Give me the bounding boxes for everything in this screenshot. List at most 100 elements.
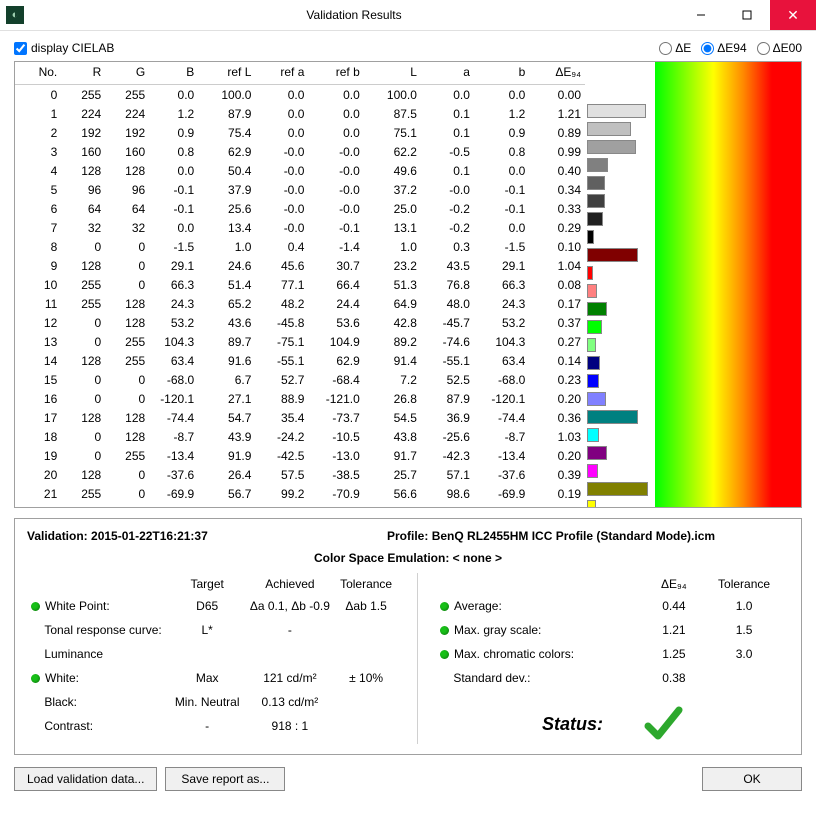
table-row[interactable]: 31601600.862.9-0.0-0.062.2-0.50.80.99	[15, 142, 585, 161]
window-title: Validation Results	[30, 8, 678, 22]
table-row[interactable]: 12012853.243.6-45.853.642.8-45.753.20.37	[15, 313, 585, 332]
col-header: a	[421, 62, 474, 85]
status-dot-icon	[440, 650, 449, 659]
bar-column	[585, 62, 655, 507]
status-label: Status:	[542, 714, 603, 735]
profile-value: BenQ RL2455HM ICC Profile (Standard Mode…	[432, 529, 715, 543]
summary-row: Black:Min. Neutral0.13 cd/m²	[27, 690, 397, 714]
table-row[interactable]: 1500-68.06.752.7-68.47.252.5-68.00.23	[15, 370, 585, 389]
summary-row: Tonal response curve:L*-	[27, 618, 397, 642]
summary-panel: Validation: 2015-01-22T16:21:37 Profile:…	[14, 518, 802, 755]
maximize-button[interactable]	[724, 0, 770, 30]
color-bar	[587, 248, 638, 262]
color-bar	[587, 104, 646, 118]
status-dot-icon	[31, 674, 40, 683]
radio-de00[interactable]: ΔE00	[757, 41, 802, 55]
col-header: b	[474, 62, 529, 85]
results-table: No.RGBref Lref aref bLabΔE₉₄ 02552550.01…	[15, 62, 585, 507]
summary-row: Luminance	[27, 642, 397, 666]
col-header: ref a	[255, 62, 308, 85]
profile-label: Profile:	[387, 529, 428, 543]
ok-button[interactable]: OK	[702, 767, 802, 791]
cse-value: < none >	[453, 551, 502, 565]
validation-label: Validation:	[27, 529, 88, 543]
color-bar	[587, 266, 593, 280]
col-header: G	[105, 62, 149, 85]
color-bar	[587, 158, 608, 172]
color-bar	[587, 338, 596, 352]
cse-label: Color Space Emulation:	[314, 551, 449, 565]
status-checkmark-icon	[643, 704, 683, 744]
color-bar	[587, 212, 603, 226]
minimize-button[interactable]	[678, 0, 724, 30]
table-row[interactable]: 02552550.0100.00.00.0100.00.00.00.00	[15, 85, 585, 105]
table-row[interactable]: 12242241.287.90.00.087.50.11.21.21	[15, 104, 585, 123]
col-header: ref L	[198, 62, 255, 85]
save-report-button[interactable]: Save report as...	[165, 767, 285, 791]
results-table-area: No.RGBref Lref aref bLabΔE₉₄ 02552550.01…	[14, 61, 802, 508]
status-dot-icon	[440, 602, 449, 611]
table-row[interactable]: 17128128-74.454.735.4-73.754.536.9-74.40…	[15, 408, 585, 427]
table-row[interactable]: 732320.013.4-0.0-0.113.1-0.20.00.29	[15, 218, 585, 237]
summary-row: Max. gray scale:1.211.5	[436, 618, 789, 642]
color-bar	[587, 428, 599, 442]
summary-row: White Point:D65Δa 0.1, Δb -0.9Δab 1.5	[27, 594, 397, 618]
table-row[interactable]: 212550-69.956.799.2-70.956.698.6-69.90.1…	[15, 484, 585, 503]
color-bar	[587, 464, 598, 478]
app-icon: ◐	[6, 6, 24, 24]
gradient-column	[655, 62, 801, 507]
color-bar	[587, 482, 648, 496]
table-row[interactable]: 59696-0.137.9-0.0-0.037.2-0.0-0.10.34	[15, 180, 585, 199]
table-row[interactable]: 1412825563.491.6-55.162.991.4-55.163.40.…	[15, 351, 585, 370]
col-header: B	[149, 62, 198, 85]
summary-row: Contrast:-918 : 1	[27, 714, 397, 738]
table-row[interactable]: 180128-8.743.9-24.2-10.543.8-25.6-8.71.0…	[15, 427, 585, 446]
summary-left-table: TargetAchievedTolerance White Point:D65Δ…	[27, 573, 397, 738]
color-bar	[587, 194, 605, 208]
color-bar	[587, 320, 602, 334]
table-row[interactable]: 1125512824.365.248.224.464.948.024.30.17	[15, 294, 585, 313]
color-bar	[587, 356, 600, 370]
radio-de94[interactable]: ΔE94	[701, 41, 746, 55]
col-header: ref b	[308, 62, 363, 85]
col-header: No.	[15, 62, 61, 85]
color-bar	[587, 410, 638, 424]
validation-value: 2015-01-22T16:21:37	[91, 529, 208, 543]
color-bar	[587, 374, 599, 388]
delta-e-radio-group: ΔE ΔE94 ΔE00	[659, 41, 802, 55]
table-row[interactable]: 9128029.124.645.630.723.243.529.11.04	[15, 256, 585, 275]
summary-row: Max. chromatic colors:1.253.0	[436, 642, 789, 666]
color-bar	[587, 500, 596, 508]
load-validation-button[interactable]: Load validation data...	[14, 767, 157, 791]
titlebar: ◐ Validation Results ✕	[0, 0, 816, 31]
table-row[interactable]: 190255-13.491.9-42.5-13.091.7-42.3-13.40…	[15, 446, 585, 465]
status-dot-icon	[31, 602, 40, 611]
table-row[interactable]: 201280-37.626.457.5-38.525.757.1-37.60.3…	[15, 465, 585, 484]
color-bar	[587, 392, 606, 406]
status-dot-icon	[440, 626, 449, 635]
col-header: L	[364, 62, 421, 85]
summary-row: White:Max121 cd/m²± 10%	[27, 666, 397, 690]
color-bar	[587, 230, 594, 244]
table-row[interactable]: 130255104.389.7-75.1104.989.2-74.6104.30…	[15, 332, 585, 351]
summary-row: Standard dev.:0.38	[436, 666, 789, 690]
table-row[interactable]: 21921920.975.40.00.075.10.10.90.89	[15, 123, 585, 142]
table-row[interactable]: 1600-120.127.188.9-121.026.887.9-120.10.…	[15, 389, 585, 408]
close-button[interactable]: ✕	[770, 0, 816, 30]
radio-de[interactable]: ΔE	[659, 41, 691, 55]
summary-right-table: ΔE₉₄Tolerance Average:0.441.0Max. gray s…	[436, 573, 789, 690]
color-bar	[587, 122, 631, 136]
color-bar	[587, 446, 607, 460]
display-cielab-input[interactable]	[14, 42, 27, 55]
table-row[interactable]: 66464-0.125.6-0.0-0.025.0-0.2-0.10.33	[15, 199, 585, 218]
table-row[interactable]: 41281280.050.4-0.0-0.049.60.10.00.40	[15, 161, 585, 180]
col-header: R	[61, 62, 105, 85]
col-header: ΔE₉₄	[529, 62, 585, 85]
color-bar	[587, 176, 605, 190]
table-row[interactable]: 800-1.51.00.4-1.41.00.3-1.50.10	[15, 237, 585, 256]
color-bar	[587, 140, 636, 154]
color-bar	[587, 302, 607, 316]
table-row[interactable]: 2212812857.648.1-17.158.248.6-12.657.61.…	[15, 503, 585, 507]
table-row[interactable]: 10255066.351.477.166.451.376.866.30.08	[15, 275, 585, 294]
display-cielab-checkbox[interactable]: display CIELAB	[14, 41, 114, 55]
